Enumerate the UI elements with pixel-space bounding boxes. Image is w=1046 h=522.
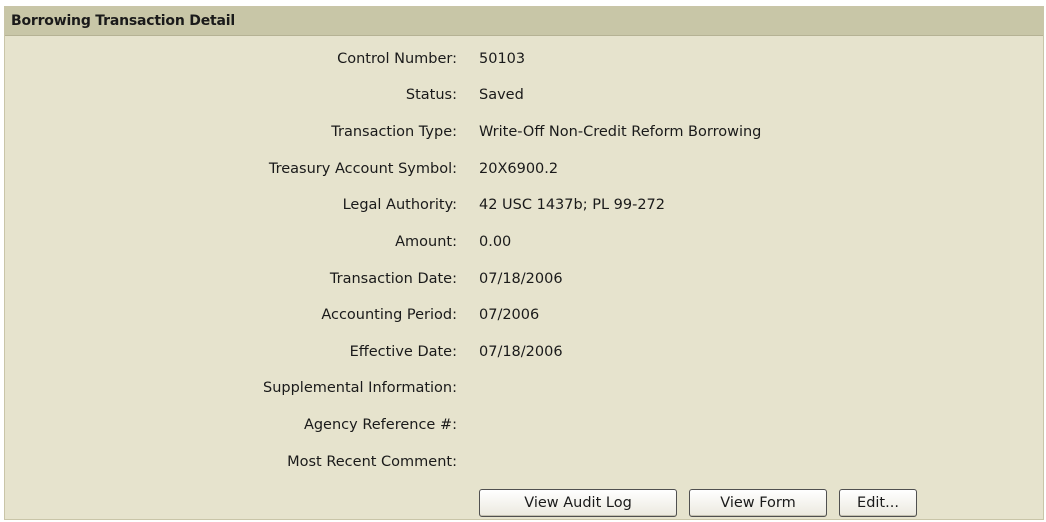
field-label: Most Recent Comment: <box>287 454 457 470</box>
field-label: Control Number: <box>337 51 457 67</box>
field-value: Write-Off Non-Credit Reform Borrowing <box>479 124 762 140</box>
view-form-button[interactable]: View Form <box>689 489 827 517</box>
field-supplemental-information: Supplemental Information: <box>5 370 1043 406</box>
field-legal-authority: Legal Authority: 42 USC 1437b; PL 99-272 <box>5 187 1043 223</box>
field-value: 07/18/2006 <box>479 344 563 360</box>
field-label: Transaction Type: <box>331 124 457 140</box>
field-most-recent-comment: Most Recent Comment: <box>5 444 1043 480</box>
field-value: Saved <box>479 87 524 103</box>
field-label: Agency Reference #: <box>303 417 457 433</box>
field-label: Accounting Period: <box>321 307 457 323</box>
field-label: Legal Authority: <box>342 197 457 213</box>
field-amount: Amount: 0.00 <box>5 224 1043 260</box>
field-label: Transaction Date: <box>329 271 457 287</box>
field-transaction-type: Transaction Type: Write-Off Non-Credit R… <box>5 114 1043 150</box>
field-label: Effective Date: <box>349 344 457 360</box>
field-value: 0.00 <box>479 234 512 250</box>
field-value: 42 USC 1437b; PL 99-272 <box>479 197 666 213</box>
field-status: Status: Saved <box>5 77 1043 113</box>
field-treasury-account-symbol: Treasury Account Symbol: 20X6900.2 <box>5 151 1043 187</box>
action-button-bar: View Audit Log View Form Edit... <box>5 489 1043 519</box>
field-value: 07/2006 <box>479 307 540 323</box>
borrowing-transaction-detail-panel: Borrowing Transaction Detail Control Num… <box>4 6 1044 520</box>
field-effective-date: Effective Date: 07/18/2006 <box>5 334 1043 370</box>
panel-title: Borrowing Transaction Detail <box>5 7 1043 36</box>
field-label: Amount: <box>395 234 457 250</box>
field-value: 50103 <box>479 51 526 67</box>
field-agency-reference: Agency Reference #: <box>5 407 1043 443</box>
field-label: Supplemental Information: <box>262 380 457 396</box>
edit-button[interactable]: Edit... <box>839 489 917 517</box>
field-accounting-period: Accounting Period: 07/2006 <box>5 297 1043 333</box>
field-value: 20X6900.2 <box>479 161 559 177</box>
field-label: Status: <box>405 87 457 103</box>
view-audit-log-button[interactable]: View Audit Log <box>479 489 677 517</box>
field-value: 07/18/2006 <box>479 271 563 287</box>
field-transaction-date: Transaction Date: 07/18/2006 <box>5 261 1043 297</box>
field-control-number: Control Number: 50103 <box>5 41 1043 77</box>
field-label: Treasury Account Symbol: <box>268 161 457 177</box>
